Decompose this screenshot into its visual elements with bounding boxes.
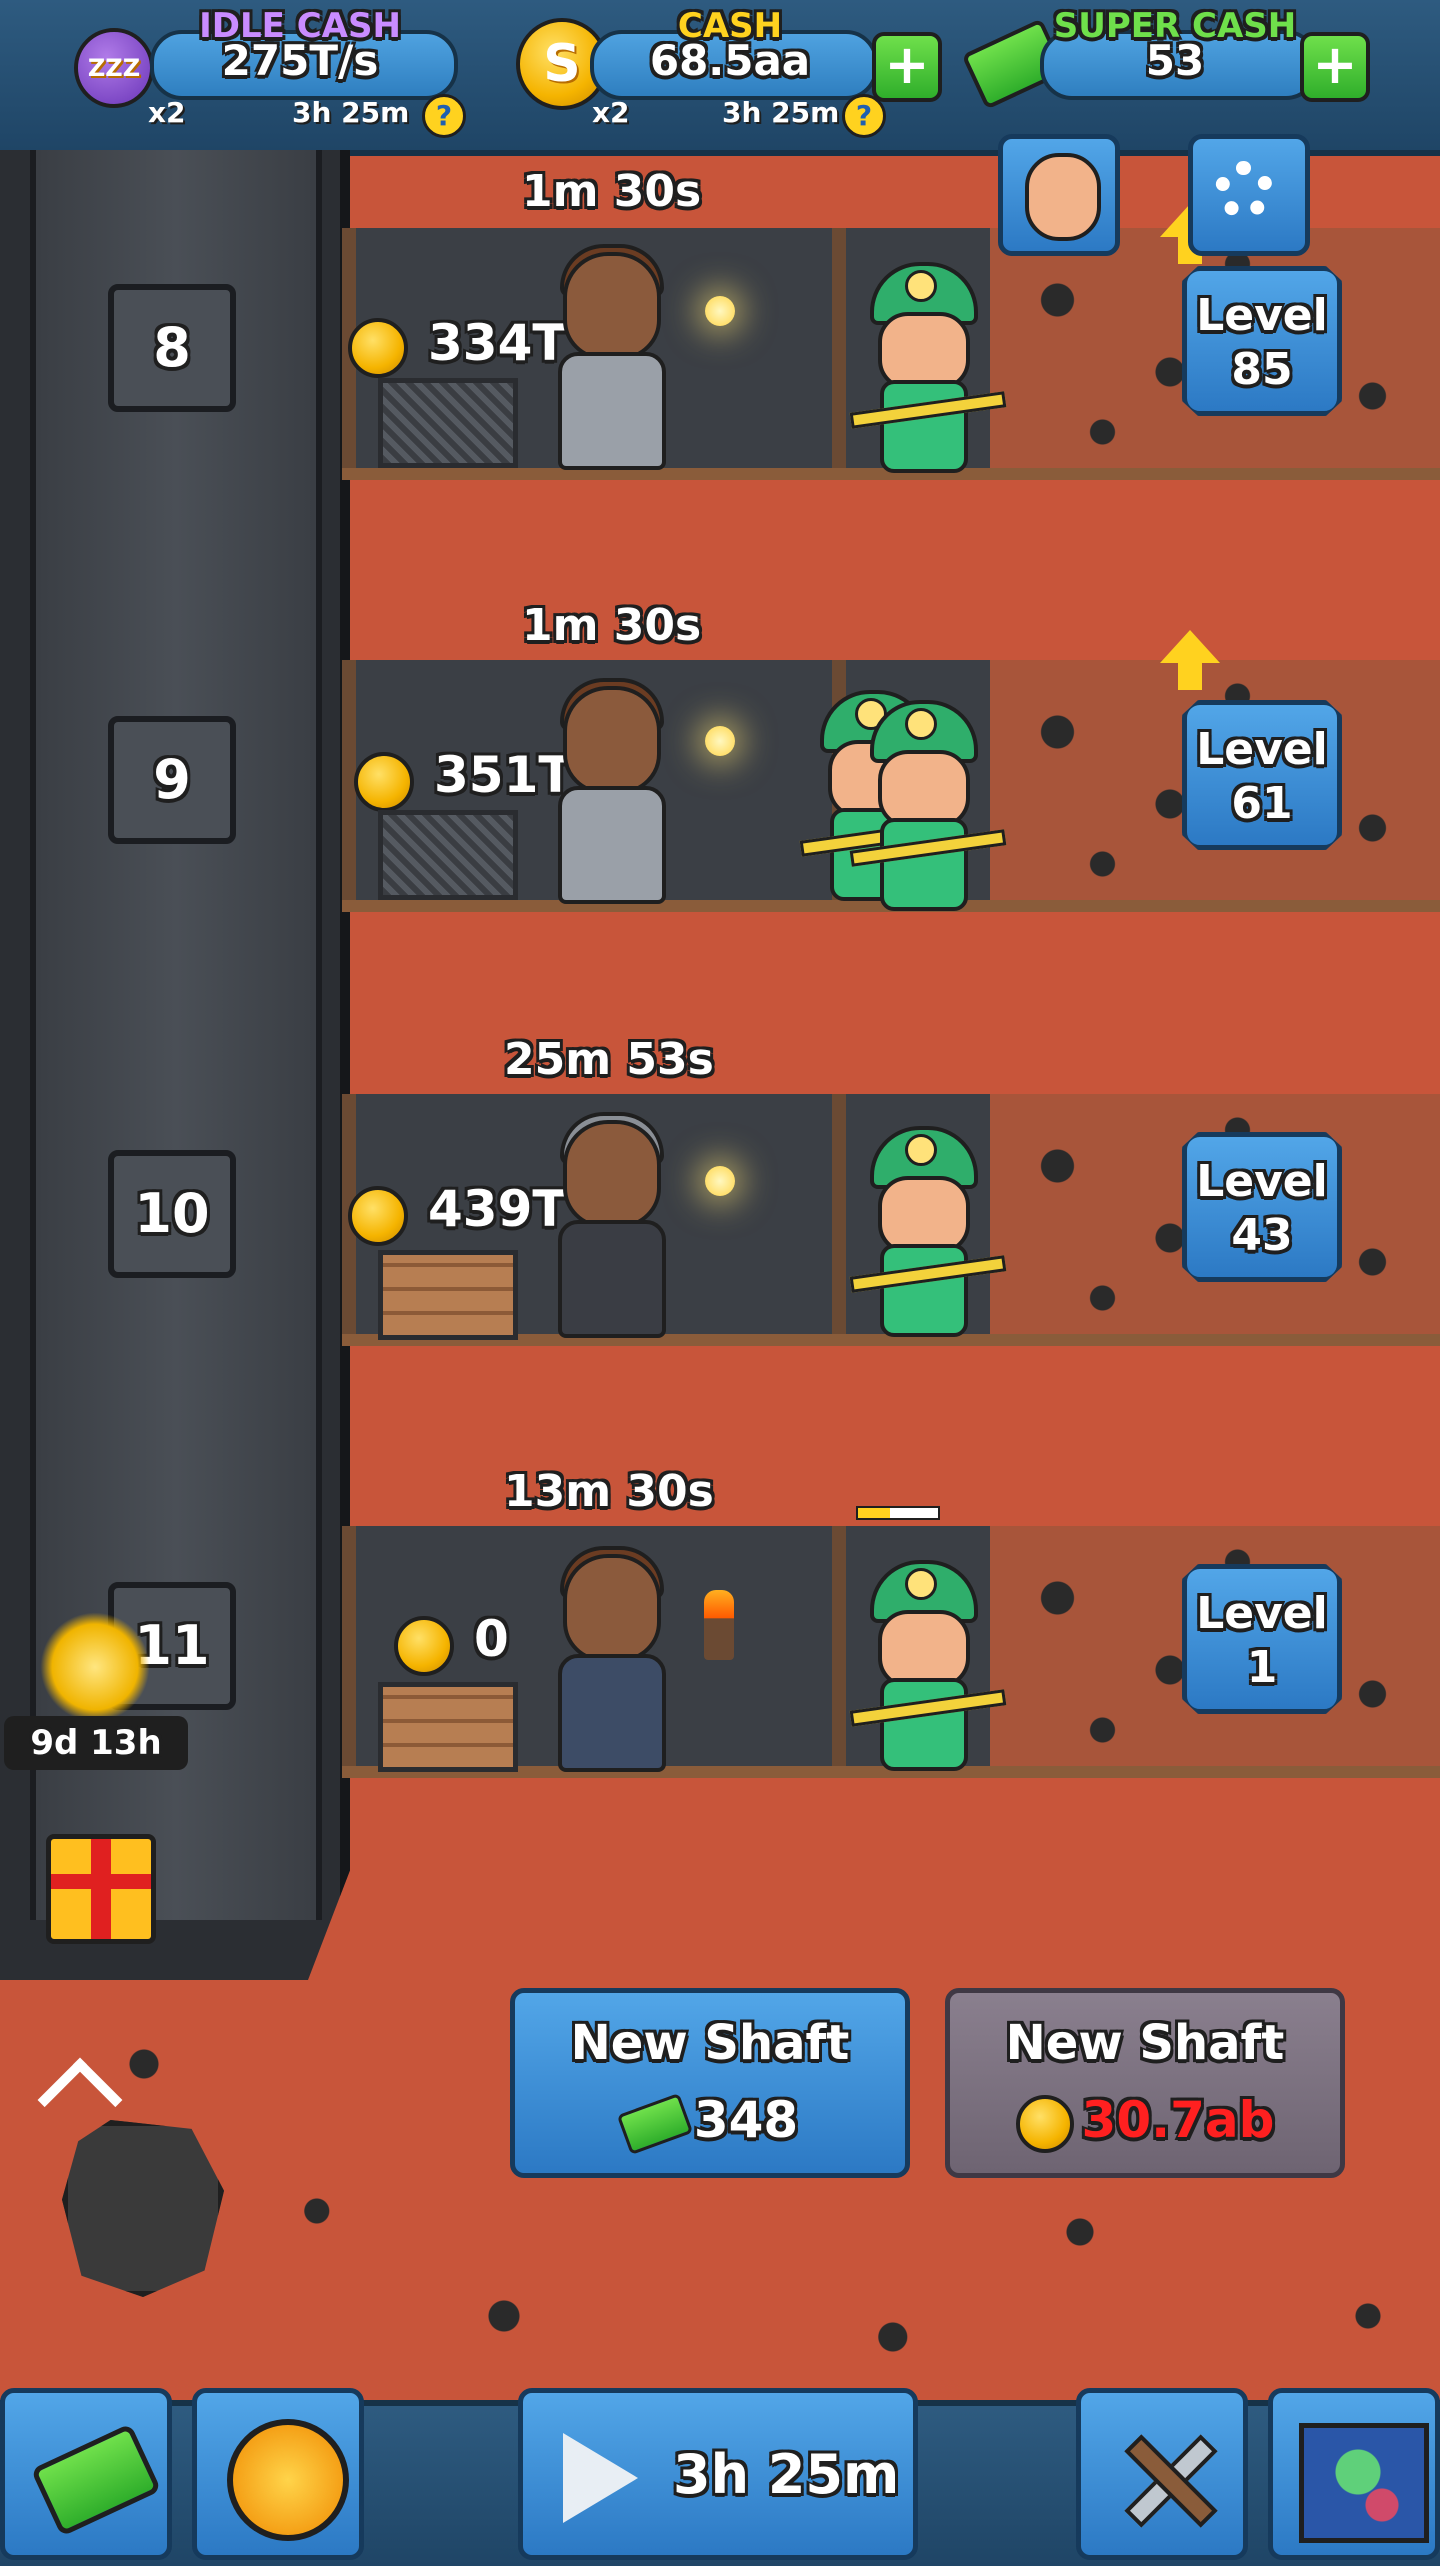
shaft-manager-avatar[interactable] (548, 244, 668, 472)
level-label: Level (1196, 1588, 1328, 1639)
new-shaft-label: New Shaft (570, 2015, 850, 2071)
cash-stack-icon (30, 2423, 162, 2537)
lamp-icon (705, 296, 735, 326)
new-shaft-label: New Shaft (1005, 2015, 1285, 2071)
level-button-shaft-9[interactable]: Level 61 (1182, 700, 1342, 850)
event-countdown: 9d 13h (4, 1716, 188, 1770)
boost-timer-button[interactable]: 3h 25m (518, 2388, 918, 2560)
level-label: Level (1196, 724, 1328, 775)
level-value: 1 (1246, 1642, 1278, 1693)
manager-icon (1025, 153, 1101, 241)
map-button[interactable] (1268, 2388, 1440, 2560)
level-value: 85 (1231, 344, 1293, 395)
super-cash-icon (616, 2092, 694, 2155)
deposit-crate[interactable] (378, 1682, 518, 1772)
miner-character[interactable] (849, 262, 1007, 473)
shaft-money: 439T (428, 1180, 567, 1238)
miner-character[interactable] (849, 1560, 1007, 1771)
gift-icon[interactable] (46, 1834, 156, 1944)
support-beam (342, 1526, 356, 1766)
shaft-timer: 1m 30s (522, 600, 702, 651)
coal-icon (62, 2120, 224, 2297)
super-cash-value: 53 (1145, 36, 1205, 85)
floor-number-10: 10 (108, 1150, 236, 1278)
idle-cash-timer: 3h 25m (292, 96, 410, 129)
support-beam (832, 1094, 846, 1334)
level-button-shaft-10[interactable]: Level 43 (1182, 1132, 1342, 1282)
torch-icon (704, 1590, 734, 1660)
shaft-manager-avatar[interactable] (548, 1546, 668, 1774)
shaft-manager-avatar[interactable] (548, 1112, 668, 1340)
cash-multiplier: x2 (592, 96, 630, 129)
level-value: 61 (1231, 778, 1293, 829)
idle-cash-icon[interactable]: ZZZ (74, 28, 154, 108)
coin-icon (348, 318, 408, 378)
deposit-crate[interactable] (378, 1250, 518, 1340)
coin-icon (394, 1616, 454, 1676)
cash-value: 68.5aa (649, 36, 811, 85)
play-icon (563, 2433, 638, 2523)
new-shaft-price-row: 30.7ab (950, 2091, 1340, 2153)
managers-button[interactable] (998, 134, 1120, 256)
lamp-icon (705, 726, 735, 756)
miner-character[interactable] (849, 1126, 1007, 1337)
coin-icon (348, 1186, 408, 1246)
new-shaft-super-cash-button[interactable]: New Shaft 348 (510, 1988, 910, 2178)
deposit-crate[interactable] (378, 810, 518, 900)
new-shaft-cash-button[interactable]: New Shaft 30.7ab (945, 1988, 1345, 2178)
cash-timer: 3h 25m (722, 96, 840, 129)
level-value: 43 (1231, 1210, 1293, 1261)
gear-icon (1215, 161, 1273, 219)
new-shaft-price-row: 348 (515, 2091, 905, 2155)
shop-button[interactable] (0, 2388, 172, 2560)
add-cash-button[interactable]: + (872, 32, 942, 102)
coin-icon (354, 752, 414, 812)
level-label: Level (1196, 1156, 1328, 1207)
map-icon (1299, 2423, 1429, 2543)
lamp-icon (705, 1166, 735, 1196)
coin-icon (1015, 2094, 1074, 2153)
support-beam (832, 228, 846, 468)
new-shaft-price: 30.7ab (1081, 2091, 1275, 2149)
miner-progress-bar (856, 1506, 940, 1520)
level-button-shaft-8[interactable]: Level 85 (1182, 266, 1342, 416)
level-button-shaft-11[interactable]: Level 1 (1182, 1564, 1342, 1714)
new-shaft-price: 348 (693, 2091, 799, 2149)
idle-cash-multiplier: x2 (148, 96, 186, 129)
shaft-timer: 1m 30s (522, 166, 702, 217)
shaft-timer: 13m 30s (504, 1466, 714, 1517)
miner-character[interactable] (849, 700, 1007, 911)
shaft-manager-avatar[interactable] (548, 678, 668, 906)
mine-button[interactable] (1076, 2388, 1248, 2560)
boost-button[interactable] (192, 2388, 364, 2560)
settings-button[interactable] (1188, 134, 1310, 256)
bells-icon[interactable] (40, 1612, 150, 1722)
floor-number-9: 9 (108, 716, 236, 844)
shaft-money: 334T (428, 314, 567, 372)
floor-number-8: 8 (108, 284, 236, 412)
lightning-badge-icon (227, 2419, 349, 2541)
idle-cash-help-icon[interactable]: ? (422, 94, 466, 138)
boost-timer: 3h 25m (673, 2443, 900, 2506)
level-label: Level (1196, 290, 1328, 341)
support-beam (832, 1526, 846, 1766)
top-bar: ZZZ IDLE CASH 275T/s x2 3h 25m ? S CASH … (0, 0, 1440, 156)
deposit-crate[interactable] (378, 378, 518, 468)
shaft-money: 0 (474, 1610, 509, 1668)
idle-cash-value: 275T/s (221, 36, 379, 85)
shaft-timer: 25m 53s (504, 1034, 714, 1085)
add-super-cash-button[interactable]: + (1300, 32, 1370, 102)
